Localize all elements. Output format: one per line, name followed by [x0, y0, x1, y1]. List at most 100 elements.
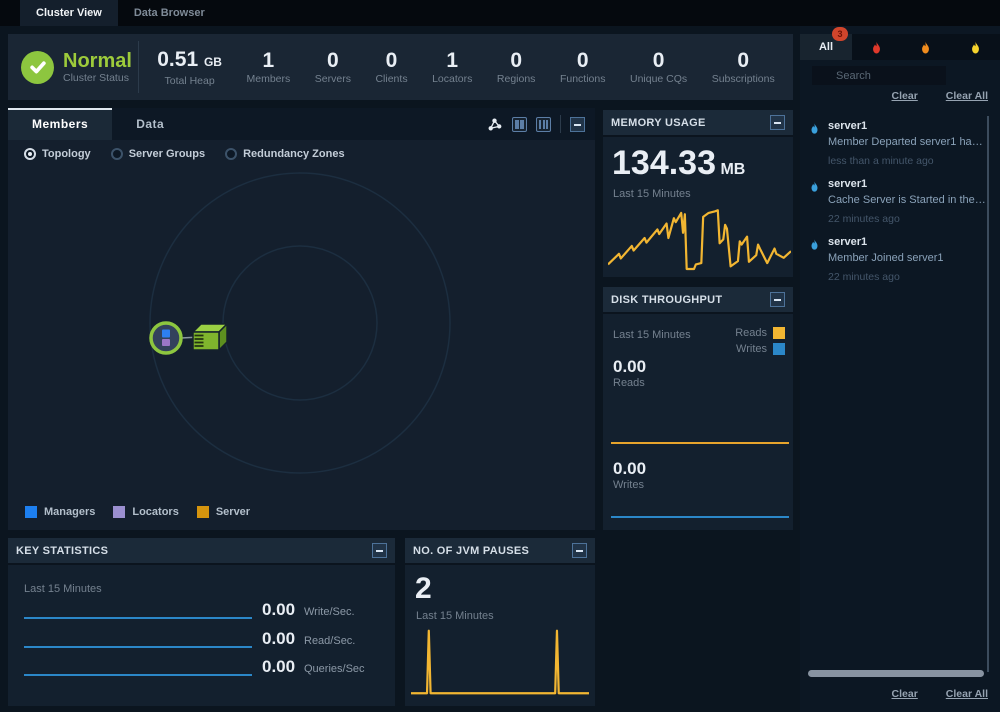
topology-legend: Managers Locators Server	[25, 506, 250, 518]
jvm-pauses-widget: NO. OF JVM PAUSES 2 Last 15 Minutes	[405, 538, 595, 706]
divider	[560, 115, 561, 133]
radio-server-groups[interactable]: Server Groups	[111, 148, 205, 160]
reads-swatch	[773, 327, 785, 339]
writes-swatch	[773, 343, 785, 355]
memory-usage-header: MEMORY USAGE	[603, 110, 793, 137]
disk-legend-reads: Reads	[735, 327, 785, 339]
tab-severe-alerts[interactable]	[852, 34, 901, 60]
tab-data[interactable]: Data	[112, 108, 188, 140]
alert-item[interactable]: server1 Member Joined server1 22 minutes…	[800, 236, 986, 283]
flame-blue-icon	[808, 237, 821, 257]
metric-unique-cqs: 0 Unique CQs	[630, 49, 687, 85]
alert-item[interactable]: server1 Member Departed server1 has cras…	[800, 120, 986, 167]
legend-server: Server	[197, 506, 250, 518]
queries-per-sec-row: 0.00 Queries/Sec	[8, 657, 395, 683]
check-icon	[21, 51, 54, 84]
radio-selected-icon	[24, 148, 36, 160]
tab-cluster-view[interactable]: Cluster View	[20, 0, 118, 26]
flame-yellow-icon	[968, 39, 983, 56]
alert-tabs: All 3	[800, 34, 1000, 60]
metric-locators: 1 Locators	[432, 49, 472, 85]
disk-throughput-header: DISK THROUGHPUT	[603, 287, 793, 314]
radio-redundancy-zones[interactable]: Redundancy Zones	[225, 148, 344, 160]
disk-throughput-widget: DISK THROUGHPUT Last 15 Minutes Reads Wr…	[603, 287, 793, 530]
collapse-keystats-icon[interactable]	[372, 543, 387, 558]
tab-members[interactable]: Members	[8, 108, 112, 140]
members-panel-tabs: Members Data	[8, 108, 595, 140]
memory-usage-widget: MEMORY USAGE 134.33 MB Last 15 Minutes	[603, 110, 793, 277]
flame-red-icon	[869, 39, 884, 56]
clear-link[interactable]: Clear	[892, 688, 918, 700]
jvm-sparkline	[411, 628, 589, 696]
alert-item[interactable]: server1 Cache Server is Started in the V…	[800, 178, 986, 225]
memory-unit: MB	[720, 161, 745, 178]
cluster-status-value: Normal	[63, 50, 132, 72]
horizontal-scrollbar[interactable]	[808, 670, 984, 677]
alert-links-top: Clear Clear All	[892, 90, 988, 102]
metric-clients: 0 Clients	[375, 49, 407, 85]
topology-filter-row: Topology Server Groups Redundancy Zones	[8, 140, 595, 167]
collapse-jvm-icon[interactable]	[572, 543, 587, 558]
radio-topology[interactable]: Topology	[24, 148, 91, 160]
memory-sparkline	[608, 205, 791, 271]
key-statistics-widget: KEY STATISTICS Last 15 Minutes 0.00 Writ…	[8, 538, 395, 706]
alert-search-input[interactable]	[812, 66, 946, 85]
metric-subscriptions: 0 Subscriptions	[712, 49, 775, 85]
legend-locators: Locators	[113, 506, 178, 518]
memory-value: 134.33	[612, 144, 716, 182]
flame-blue-icon	[808, 121, 821, 141]
reads-sparkline	[24, 646, 252, 648]
disk-legend-writes: Writes	[735, 343, 785, 355]
metric-servers: 0 Servers	[315, 49, 351, 85]
tab-warning-alerts[interactable]	[951, 34, 1000, 60]
flame-orange-icon	[918, 39, 933, 56]
collapse-disk-icon[interactable]	[770, 292, 785, 307]
tab-all-alerts[interactable]: All 3	[800, 34, 852, 60]
radio-icon	[225, 148, 237, 160]
managers-swatch	[25, 506, 37, 518]
jvm-period: Last 15 Minutes	[416, 610, 494, 622]
clear-all-link[interactable]: Clear All	[946, 90, 988, 102]
metric-regions: 0 Regions	[497, 49, 536, 85]
topology-graph[interactable]	[8, 167, 595, 497]
collapse-memory-icon[interactable]	[770, 115, 785, 130]
metric-functions: 0 Functions	[560, 49, 606, 85]
disk-period: Last 15 Minutes	[613, 329, 691, 341]
pulse-dashboard: Cluster View Data Browser Normal Cluster…	[0, 0, 1000, 712]
disk-writes-sparkline	[611, 516, 789, 518]
cluster-status: Normal Cluster Status	[8, 34, 138, 100]
alert-count-badge: 3	[832, 27, 848, 41]
legend-managers: Managers	[25, 506, 95, 518]
collapse-members-icon[interactable]	[570, 117, 585, 132]
locators-swatch	[113, 506, 125, 518]
clear-link[interactable]: Clear	[892, 90, 918, 102]
keystats-period: Last 15 Minutes	[24, 583, 102, 595]
jvm-pauses-header: NO. OF JVM PAUSES	[405, 538, 595, 565]
top-tab-bar: Cluster View Data Browser	[0, 0, 1000, 26]
disk-reads-stat: 0.00 Reads	[613, 357, 646, 389]
treemap-view-icon[interactable]	[536, 117, 551, 132]
tab-error-alerts[interactable]	[901, 34, 950, 60]
metric-total-heap: 0.51 GB Total Heap	[157, 48, 222, 87]
metric-members: 1 Members	[246, 49, 290, 85]
clear-all-link[interactable]: Clear All	[946, 688, 988, 700]
vertical-scrollbar[interactable]	[987, 116, 989, 672]
alert-links-bottom: Clear Clear All	[892, 688, 988, 700]
topology-view-icon[interactable]	[485, 115, 503, 133]
radio-icon	[111, 148, 123, 160]
disk-reads-sparkline	[611, 442, 789, 444]
locator-node-icon	[151, 323, 181, 353]
cluster-metrics: 0.51 GB Total Heap 1 Members 0 Servers 0…	[139, 48, 793, 87]
member-cube-icon	[193, 324, 227, 350]
disk-writes-stat: 0.00 Writes	[613, 459, 646, 491]
reads-per-sec-row: 0.00 Read/Sec.	[8, 629, 395, 655]
alerts-sidebar: All 3 Clear Clear All	[800, 26, 1000, 712]
queries-sparkline	[24, 674, 252, 676]
writes-sparkline	[24, 617, 252, 619]
cluster-status-bar: Normal Cluster Status 0.51 GB Total Heap…	[8, 34, 793, 100]
cluster-status-label: Cluster Status	[63, 72, 132, 84]
server-swatch	[197, 506, 209, 518]
writes-per-sec-row: 0.00 Write/Sec.	[8, 600, 395, 626]
tab-data-browser[interactable]: Data Browser	[118, 0, 221, 26]
grid-view-icon[interactable]	[512, 117, 527, 132]
